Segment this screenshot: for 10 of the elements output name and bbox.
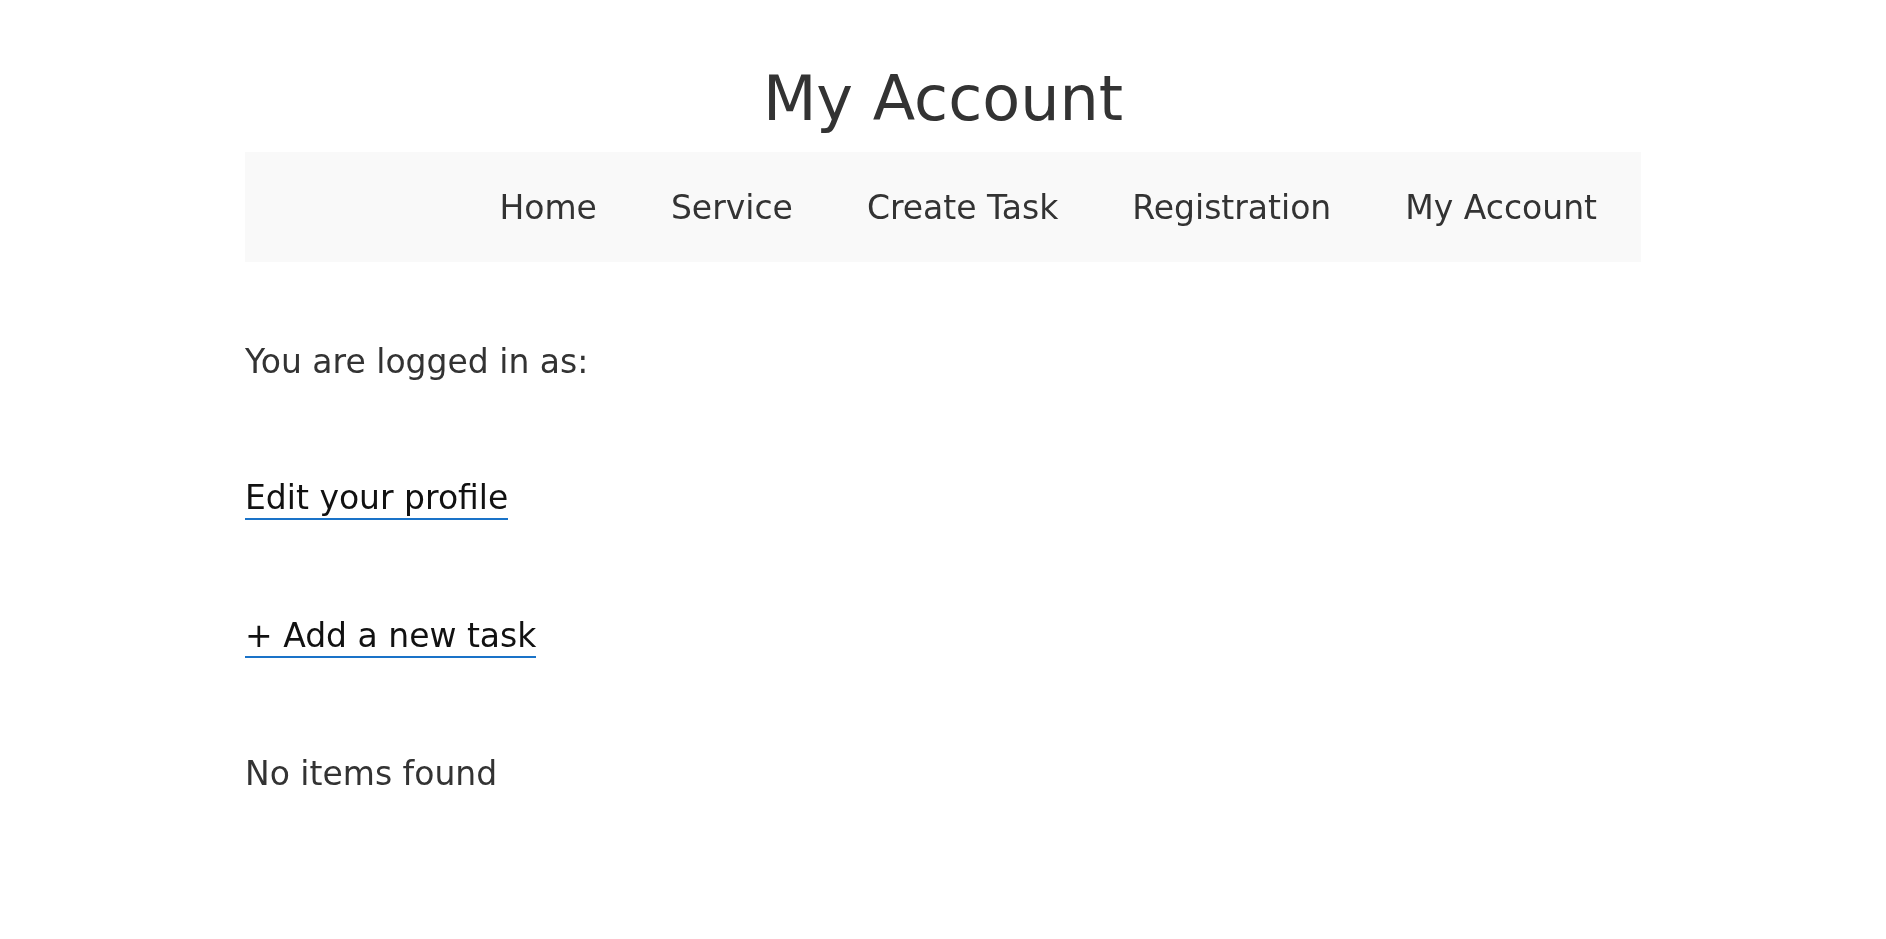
nav-link[interactable]: Home	[499, 187, 597, 227]
nav-link[interactable]: My Account	[1405, 187, 1597, 227]
nav-link[interactable]: Service	[670, 187, 793, 227]
nav-link[interactable]: Create Task	[866, 187, 1059, 227]
page-title: My Account	[761, 61, 1125, 137]
login-status-text: You are logged in as:	[245, 342, 589, 382]
empty-message: No items found	[245, 754, 498, 794]
nav-link[interactable]: Registration	[1132, 187, 1332, 227]
text-link[interactable]: + Add a new task	[245, 616, 537, 658]
text-link[interactable]: Edit your profile	[245, 478, 509, 520]
